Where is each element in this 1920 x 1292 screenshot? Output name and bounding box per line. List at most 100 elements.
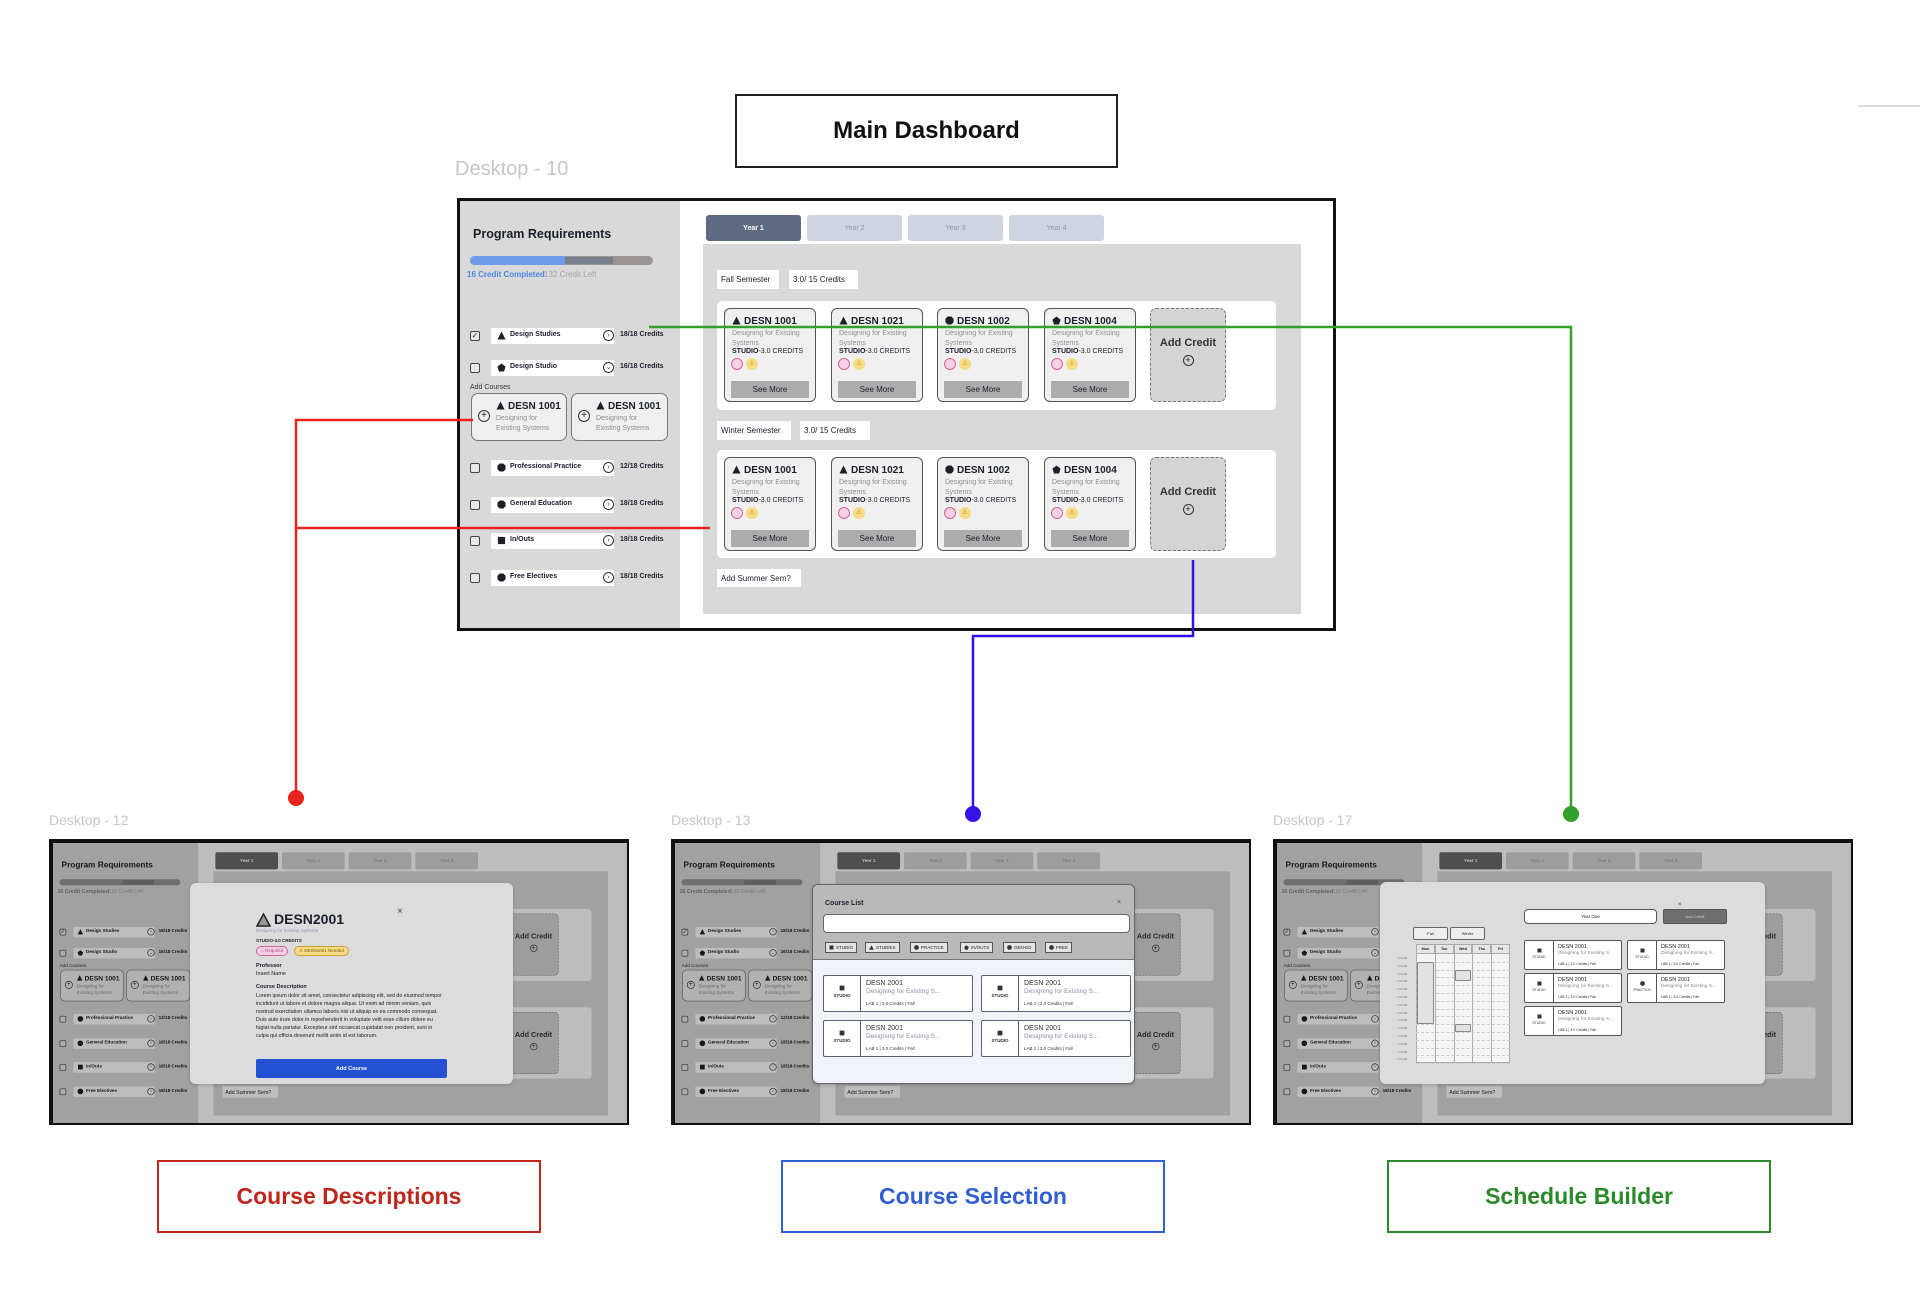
close-button[interactable]: × (1678, 902, 1682, 908)
requirement-free-electives[interactable]: Free Electives › (1297, 1086, 1379, 1098)
requirement-checkbox[interactable] (59, 1015, 67, 1023)
chevron-right-icon[interactable]: › (147, 928, 155, 936)
requirement-checkbox[interactable] (1283, 1015, 1291, 1023)
plus-circle-icon[interactable]: + (1354, 980, 1363, 989)
course-card[interactable]: DESN 1001Designing for Existing SystemsS… (724, 308, 816, 402)
course-result-card[interactable]: STUDIO DESN 2001 Designing for Existing S.… (1524, 940, 1622, 970)
add-summer-semester-button[interactable]: Add Summer Sem? (717, 569, 801, 587)
requirement-general-education[interactable]: General Education › (695, 1038, 777, 1049)
requirement-checkbox[interactable] (681, 1088, 689, 1096)
chevron-right-icon[interactable]: › (147, 1087, 155, 1096)
chevron-right-icon[interactable]: › (769, 1015, 777, 1023)
chevron-right-icon[interactable]: › (1371, 1087, 1379, 1096)
plus-circle-icon[interactable]: + (130, 980, 139, 989)
chevron-down-icon[interactable]: ⌄ (147, 949, 155, 957)
requirement-design-studio[interactable]: Design Studio ⌄ (695, 947, 777, 959)
requirement-in-outs[interactable]: In/Outs › (1297, 1062, 1379, 1073)
see-more-button[interactable]: See More (944, 530, 1022, 547)
add-credit-button[interactable]: Add Credit + (508, 1011, 559, 1074)
chevron-right-icon[interactable]: › (1371, 1015, 1379, 1023)
chevron-right-icon[interactable]: › (1371, 1039, 1379, 1047)
chevron-right-icon[interactable]: › (769, 928, 777, 936)
tab-year-3[interactable]: Year 3 (348, 852, 412, 870)
chevron-right-icon[interactable]: › (147, 1063, 155, 1071)
requirement-checkbox[interactable]: ✓ (59, 928, 67, 936)
plus-circle-icon[interactable]: + (64, 980, 73, 989)
see-more-button[interactable]: See More (1051, 381, 1129, 398)
course-card[interactable]: DESN 1002Designing for Existing SystemsS… (937, 457, 1029, 551)
requirement-in-outs[interactable]: In/Outs › (695, 1062, 777, 1073)
requirement-checkbox[interactable] (59, 949, 67, 957)
add-course-card[interactable]: +DESN 1001Designing for Existing Systems (126, 969, 191, 1002)
see-more-button[interactable]: See More (731, 530, 809, 547)
plus-circle-icon[interactable]: + (686, 980, 695, 989)
course-result-card[interactable]: STUDIO DESN 2001 Designing for Existing S.… (1524, 973, 1622, 1003)
course-result-card[interactable]: STUDIO DESN 2001 Designing for Existing S.… (1627, 940, 1725, 970)
add-course-card[interactable]: +DESN 1001Designing for Existing Systems (60, 969, 124, 1002)
requirement-free-electives[interactable]: Free Electives › (73, 1086, 155, 1098)
requirement-design-studio[interactable]: Design Studio ⌄ (73, 947, 155, 959)
add-summer-semester-button[interactable]: Add Summer Sem? (222, 1085, 279, 1098)
add-course-card[interactable]: +DESN 1001Designing for Existing Systems (571, 393, 668, 441)
requirement-design-studies[interactable]: Design Studies › (73, 926, 155, 938)
add-credit-button[interactable]: Add Credit + (508, 913, 559, 976)
requirement-checkbox[interactable] (470, 573, 480, 583)
filter-chip-in-outs[interactable]: IN/OUTS (960, 942, 994, 953)
tab-year-1[interactable]: Year 1 (1439, 852, 1503, 870)
chevron-right-icon[interactable]: › (769, 1039, 777, 1047)
course-result-card[interactable]: STUDIO DESN 2001 Designing for Existing S.… (1524, 1006, 1622, 1036)
chevron-down-icon[interactable]: ⌄ (769, 949, 777, 957)
tab-year-3[interactable]: Year 3 (1572, 852, 1636, 870)
tab-year-4[interactable]: Year 4 (415, 852, 479, 870)
course-result-card[interactable]: PRACTICE DESN 2001 Designing for Existing … (1627, 973, 1725, 1003)
tab-year-2[interactable]: Year 2 (1506, 852, 1569, 870)
add-credit-button[interactable]: Add Credit + (1130, 1011, 1181, 1074)
plus-circle-icon[interactable]: + (578, 410, 590, 422)
tab-year-1[interactable]: Year 1 (837, 852, 901, 870)
chevron-right-icon[interactable]: › (147, 1015, 155, 1023)
year-selector[interactable]: Year One (1524, 909, 1657, 924)
requirement-general-education[interactable]: General Education › (491, 497, 614, 513)
chevron-right-icon[interactable]: › (1371, 1063, 1379, 1071)
requirement-checkbox[interactable] (1283, 1088, 1291, 1096)
course-result-card[interactable]: STUDIO DESN 2001 Designing for Existing S.… (981, 1020, 1131, 1057)
requirement-checkbox[interactable] (59, 1064, 67, 1071)
course-result-card[interactable]: STUDIO DESN 2001 Designing for Existing S.… (981, 975, 1131, 1012)
chevron-right-icon[interactable]: › (603, 462, 614, 473)
requirement-checkbox[interactable]: ✓ (681, 928, 689, 936)
filter-chip-studio[interactable]: STUDIO (825, 942, 858, 953)
chevron-right-icon[interactable]: › (603, 499, 614, 510)
filter-chip-practice[interactable]: PRACTICE (910, 942, 948, 953)
scheduled-block[interactable] (1454, 969, 1472, 982)
requirement-in-outs[interactable]: In/Outs › (73, 1062, 155, 1073)
add-course-card[interactable]: +DESN 1001Designing for Existing Systems (471, 393, 567, 441)
course-result-card[interactable]: STUDIO DESN 2001 Designing for Existing S.… (823, 1020, 973, 1057)
close-button[interactable]: × (1117, 899, 1121, 906)
add-summer-semester-button[interactable]: Add Summer Sem? (844, 1085, 901, 1098)
filter-chip-studies[interactable]: STUDIES (865, 942, 900, 953)
requirement-professional-practice[interactable]: Professional Practice › (491, 460, 614, 476)
semester-tab-winter[interactable]: Winter (1450, 927, 1485, 940)
add-course-button[interactable]: Add Course (256, 1059, 447, 1078)
add-credit-button[interactable]: Add Credit + (1150, 308, 1226, 402)
course-card[interactable]: DESN 1004Designing for Existing SystemsS… (1044, 457, 1136, 551)
requirement-design-studies[interactable]: Design Studies › (695, 926, 777, 938)
add-course-card[interactable]: +DESN 1001Designing for Existing Systems (682, 969, 746, 1002)
requirement-professional-practice[interactable]: Professional Practice › (695, 1013, 777, 1025)
tab-year-1[interactable]: Year 1 (215, 852, 279, 870)
requirement-checkbox[interactable] (681, 949, 689, 957)
tab-year-2[interactable]: Year 2 (282, 852, 345, 870)
tab-year-3[interactable]: Year 3 (908, 215, 1003, 241)
see-more-button[interactable]: See More (838, 381, 916, 398)
requirement-free-electives[interactable]: Free Electives › (695, 1086, 777, 1098)
requirement-checkbox[interactable] (59, 1088, 67, 1096)
requirement-checkbox[interactable] (470, 463, 480, 473)
requirement-general-education[interactable]: General Education › (73, 1038, 155, 1049)
add-credit-button[interactable]: Add Credit + (1150, 457, 1226, 551)
requirement-checkbox[interactable] (681, 1015, 689, 1023)
requirement-design-studio[interactable]: Design Studio ⌄ (491, 360, 614, 376)
plus-circle-icon[interactable]: + (1288, 980, 1297, 989)
requirement-free-electives[interactable]: Free Electives › (491, 570, 614, 586)
chevron-right-icon[interactable]: › (769, 1063, 777, 1071)
chevron-down-icon[interactable]: ⌄ (1371, 949, 1379, 957)
